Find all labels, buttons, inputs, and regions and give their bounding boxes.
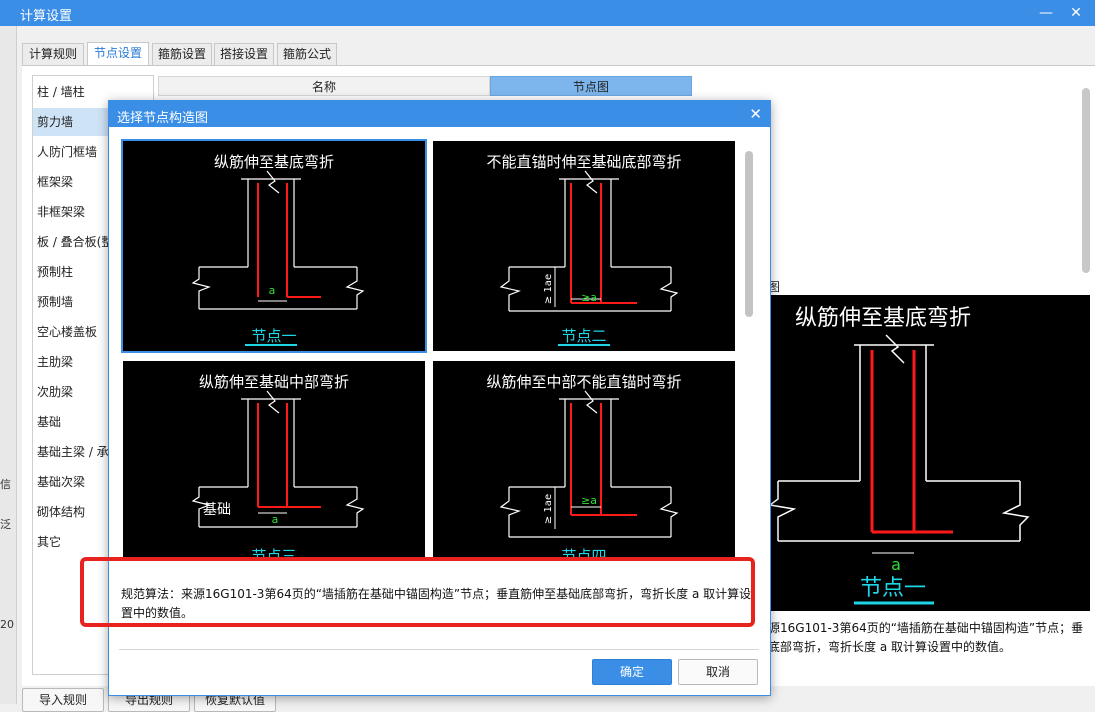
dialog-separator (119, 649, 759, 650)
preview-description: 源16G101-3第64页的“墙插筋在基础中锚固构造”节点；垂 底部弯折，弯折长… (768, 619, 1090, 657)
node-4-label: 节点四 (561, 547, 607, 557)
tab-stirrup-formula[interactable]: 箍筋公式 (277, 43, 337, 65)
preview-description-line: 源16G101-3第64页的“墙插筋在基础中锚固构造”节点；垂 (768, 621, 1084, 635)
node-1-drawing: a (191, 170, 365, 346)
node-option-1[interactable]: a 纵筋伸至基底弯折 节点一 (121, 139, 427, 353)
settings-table-header: 名称 节点图 (158, 76, 692, 96)
node-2-drawing: ≥ 1ae ≥a (499, 170, 679, 346)
node-1-dim: a (269, 284, 276, 297)
node-3-base: 基础 (203, 501, 231, 518)
node-2-vdim: ≥ 1ae (543, 274, 554, 304)
tab-node-settings[interactable]: 节点设置 (87, 42, 149, 65)
highlight-box (80, 557, 755, 627)
node-preview-image: 纵筋伸至基底弯折 a 节点一 (768, 295, 1090, 611)
node-3-title: 纵筋伸至基础中部弯折 (198, 373, 349, 391)
ok-button[interactable]: 确定 (592, 659, 672, 685)
node-option-2[interactable]: ≥ 1ae ≥a 不能直锚时伸至基础底部弯折 节点二 (433, 141, 735, 351)
node-option-4[interactable]: ≥ 1ae ≥a 纵筋伸至中部不能直锚时弯折 节点四 (433, 361, 735, 557)
tab-calc-rules[interactable]: 计算规则 (22, 43, 84, 65)
background-app-strip: 信 泛 20 (0, 26, 17, 704)
window-title-bar: 计算设置 — ✕ (0, 0, 1095, 26)
node-2-dim: ≥a (581, 291, 597, 304)
preview-dim: a (891, 555, 901, 574)
close-window-button[interactable]: ✕ (1066, 3, 1086, 23)
preview-description-line: 底部弯折，弯折长度 a 取计算设置中的数值。 (768, 640, 1011, 654)
tab-stirrup-settings[interactable]: 箍筋设置 (152, 43, 212, 65)
dialog-title: 选择节点构造图 (117, 111, 209, 126)
dialog-scrollbar[interactable] (745, 151, 753, 317)
node-2-label: 节点二 (561, 327, 607, 345)
background-text: 泛 (0, 518, 11, 531)
node-4-vdim: ≥ 1ae (543, 494, 554, 524)
node-3-dim: a (272, 513, 279, 526)
preview-drawing: 纵筋伸至基底弯折 a 节点一 (768, 306, 1030, 605)
node-3-label: 节点三 (251, 547, 297, 557)
import-rules-button[interactable]: 导入规则 (22, 688, 104, 712)
node-2-title: 不能直锚时伸至基础底部弯折 (486, 153, 682, 171)
preview-title: 纵筋伸至基底弯折 (795, 306, 971, 331)
background-text: 20 (0, 618, 14, 631)
node-1-label: 节点一 (251, 327, 297, 345)
minimize-button[interactable]: — (1036, 3, 1056, 23)
background-text: 信 (0, 478, 11, 491)
tab-lap-settings[interactable]: 搭接设置 (214, 43, 274, 65)
column-header-node-diagram[interactable]: 节点图 (490, 76, 692, 96)
node-option-3[interactable]: 基础 a 纵筋伸至基础中部弯折 节点三 (123, 361, 425, 557)
node-4-dim: ≥a (581, 494, 597, 507)
dialog-close-icon[interactable]: ✕ (749, 105, 762, 123)
column-header-name[interactable]: 名称 (158, 76, 490, 96)
cancel-button[interactable]: 取消 (678, 659, 758, 685)
table-scrollbar[interactable] (1082, 88, 1090, 273)
dialog-title-bar: 选择节点构造图 ✕ (109, 101, 770, 127)
preview-node-label: 节点一 (860, 576, 926, 601)
window-title: 计算设置 (20, 9, 73, 24)
node-4-title: 纵筋伸至中部不能直锚时弯折 (486, 373, 682, 391)
node-1-title: 纵筋伸至基底弯折 (213, 153, 334, 171)
